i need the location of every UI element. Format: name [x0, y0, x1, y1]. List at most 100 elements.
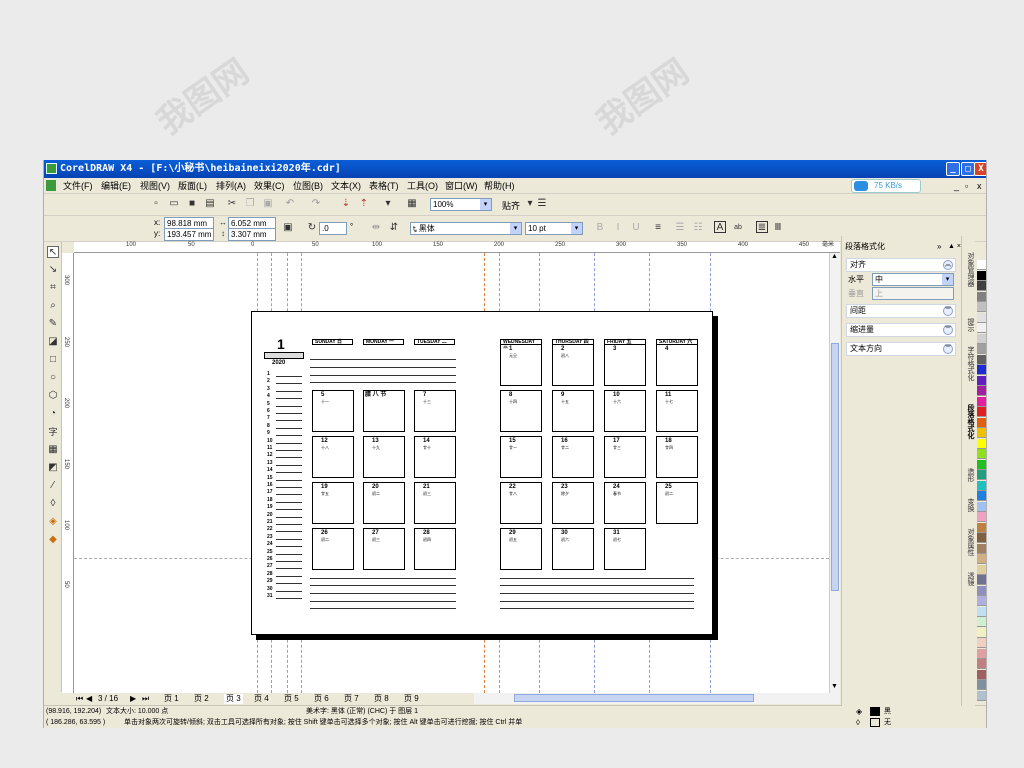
date-cell[interactable]: 30 初六	[552, 528, 594, 570]
tab-object-manager[interactable]: 对象管理器	[964, 252, 974, 287]
date-cell[interactable]: 4	[656, 344, 698, 386]
date-cell[interactable]: 31 初七	[604, 528, 646, 570]
color-swatch[interactable]	[977, 690, 986, 701]
color-swatch[interactable]	[977, 617, 986, 627]
horizontal-scrollbar[interactable]	[474, 693, 840, 704]
align-icon[interactable]: ≡	[652, 222, 664, 234]
color-swatch[interactable]	[977, 638, 986, 648]
maximize-button[interactable]: □	[961, 162, 975, 176]
color-swatch[interactable]	[977, 428, 986, 438]
date-cell[interactable]: 腊 八 节	[363, 390, 405, 432]
smart-fill-icon[interactable]: ◪	[47, 336, 59, 348]
color-swatch[interactable]	[977, 459, 986, 470]
cut-icon[interactable]: ✂	[226, 198, 238, 210]
lock-ratio-icon[interactable]: ▣	[282, 222, 294, 234]
scroll-down-icon[interactable]: ▼	[831, 683, 838, 690]
color-swatch[interactable]	[977, 270, 986, 281]
save-icon[interactable]: ■	[186, 198, 198, 210]
zoom-select[interactable]: 100% ▾	[430, 198, 492, 211]
color-swatch[interactable]	[977, 680, 986, 690]
paste-icon[interactable]: ▣	[262, 198, 274, 210]
selection-box[interactable]	[264, 352, 304, 359]
menu-effects[interactable]: 效果(C)	[254, 180, 285, 192]
basic-shapes-icon[interactable]: ◔	[47, 408, 59, 420]
tab-shaping[interactable]: 造形	[964, 468, 974, 482]
welcome-icon[interactable]: ▦	[406, 198, 418, 210]
export-icon[interactable]: ⇡	[358, 198, 370, 210]
redo-icon[interactable]: ↷	[310, 198, 322, 210]
date-cell[interactable]: 11 十七	[656, 390, 698, 432]
fill-swatch[interactable]	[870, 707, 880, 716]
menu-text[interactable]: 文本(X)	[331, 180, 361, 192]
tab-object-properties[interactable]: 对象属性	[964, 528, 974, 556]
text-format-icon[interactable]: ab	[732, 222, 744, 234]
menu-help[interactable]: 帮助(H)	[484, 180, 515, 192]
date-cell[interactable]: 7 十三	[414, 390, 456, 432]
scroll-thumb[interactable]	[831, 343, 839, 591]
color-swatch[interactable]	[977, 417, 986, 428]
color-swatch[interactable]	[977, 512, 986, 522]
edit-text-icon[interactable]: A	[714, 221, 726, 233]
color-swatch[interactable]	[977, 585, 986, 596]
expand-icon[interactable]: ︾	[943, 306, 953, 316]
tab-hints[interactable]: 提示	[964, 318, 974, 332]
doc-minimize-button[interactable]: _	[954, 180, 959, 192]
page-tab[interactable]: 页 8	[374, 694, 389, 704]
tab-paragraph-format[interactable]: 段落格式化	[964, 404, 974, 439]
date-cell[interactable]: 26 初二	[312, 528, 354, 570]
page-tab-active[interactable]: 页 3	[224, 694, 243, 704]
date-cell[interactable]: 12 十八	[312, 436, 354, 478]
date-cell[interactable]: 3	[604, 344, 646, 386]
mirror-v-icon[interactable]: ⇵	[388, 222, 400, 234]
date-cell[interactable]: 17 廿三	[604, 436, 646, 478]
menu-edit[interactable]: 编辑(E)	[101, 180, 131, 192]
page-tab[interactable]: 页 6	[314, 694, 329, 704]
page-tab[interactable]: 页 4	[254, 694, 269, 704]
horizontal-text-icon[interactable]: ≣	[756, 221, 768, 233]
bold-icon[interactable]: B	[594, 222, 606, 234]
date-cell[interactable]: 13 十九	[363, 436, 405, 478]
outline-tool-icon[interactable]: ◊	[47, 498, 59, 510]
align-section[interactable]: 对齐 ︽	[846, 258, 956, 272]
color-swatch[interactable]	[977, 659, 986, 669]
color-swatch[interactable]	[977, 480, 986, 491]
color-swatch[interactable]	[977, 470, 986, 480]
color-swatch[interactable]	[977, 354, 986, 365]
date-cell[interactable]: 15 廿一	[500, 436, 542, 478]
menu-bitmaps[interactable]: 位图(B)	[293, 180, 323, 192]
freehand-tool-icon[interactable]: ✎	[47, 318, 59, 330]
copy-icon[interactable]: ❐	[244, 198, 256, 210]
menu-view[interactable]: 视图(V)	[140, 180, 170, 192]
table-tool-icon[interactable]: ▦	[47, 444, 59, 456]
date-cell[interactable]: 19 廿五	[312, 482, 354, 524]
color-swatch[interactable]	[977, 648, 986, 659]
import-icon[interactable]: ⇣	[340, 198, 352, 210]
pick-tool-icon[interactable]: ↖	[47, 246, 59, 258]
text-tool-icon[interactable]: 字	[47, 426, 59, 438]
color-swatch[interactable]	[977, 344, 986, 354]
chevron-down-icon[interactable]: ▾	[524, 198, 536, 210]
snap-to-button[interactable]: 贴齐	[502, 199, 520, 212]
color-swatch[interactable]	[977, 281, 986, 291]
crop-tool-icon[interactable]: ⌗	[47, 282, 59, 294]
color-swatch[interactable]	[977, 323, 986, 333]
tab-transform[interactable]: 变换	[964, 498, 974, 512]
interactive-blend-icon[interactable]: ◩	[47, 462, 59, 474]
color-swatch[interactable]	[977, 564, 986, 575]
date-cell[interactable]: 1 元旦	[500, 344, 542, 386]
scroll-thumb[interactable]	[514, 694, 754, 702]
date-cell[interactable]: 27 初三	[363, 528, 405, 570]
menu-window[interactable]: 窗口(W)	[445, 180, 478, 192]
date-cell[interactable]: 16 廿二	[552, 436, 594, 478]
outline-swatch[interactable]	[870, 718, 880, 727]
tab-lens[interactable]: 透镜	[964, 572, 974, 586]
tab-character-format[interactable]: 字符格式化	[964, 346, 974, 381]
color-swatch[interactable]	[977, 386, 986, 396]
page-tab[interactable]: 页 7	[344, 694, 359, 704]
prev-page-icon[interactable]: ◀	[86, 694, 92, 704]
color-swatch[interactable]	[977, 491, 986, 501]
vertical-scrollbar[interactable]: ▲ ▼	[829, 253, 840, 693]
page-tab[interactable]: 页 9	[404, 694, 419, 704]
date-cell[interactable]: 2 初八	[552, 344, 594, 386]
drawing-canvas[interactable]: 1 2020 1 2 3 4 5 6 7 8 9 10 11 12 13 14 15 16 17 18 19 20 21…	[74, 253, 829, 693]
